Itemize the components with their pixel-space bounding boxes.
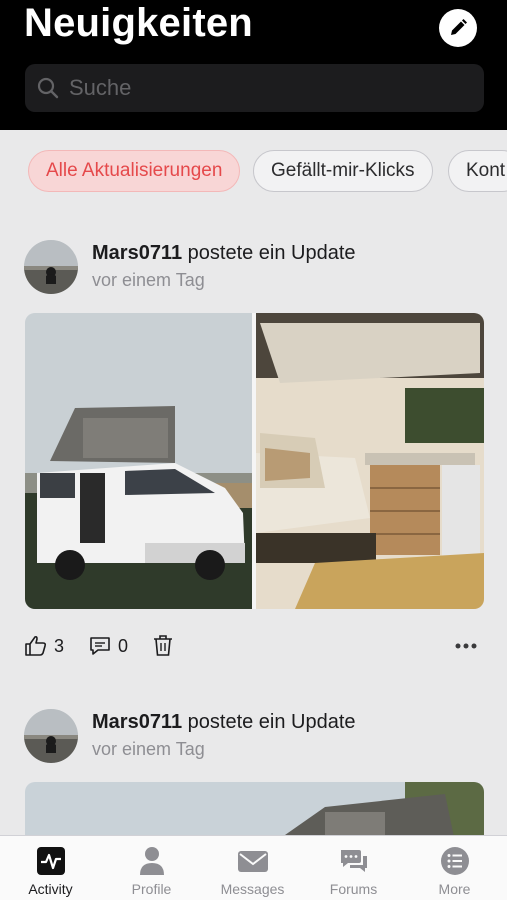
filter-chips: Alle Aktualisierungen Gefällt-mir-Klicks… (0, 150, 507, 192)
tab-profile-label: Profile (131, 881, 172, 897)
post-media[interactable] (25, 782, 484, 842)
compose-button[interactable] (439, 9, 477, 47)
tab-more-label: More (438, 881, 471, 897)
post-time: vor einem Tag (92, 739, 205, 759)
post-author[interactable]: Mars0711 (92, 242, 182, 264)
profile-icon (140, 847, 164, 875)
post-action: postete ein Update (187, 711, 356, 733)
tab-activity[interactable]: Activity (0, 836, 101, 900)
avatar[interactable] (24, 709, 78, 763)
tab-messages-label: Messages (220, 881, 285, 897)
trash-icon (154, 635, 172, 656)
page-title: Neuigkeiten (24, 1, 253, 45)
post-author-line: Mars0711 postete ein Update (92, 711, 356, 734)
van-interior-photo (256, 313, 484, 609)
search-icon (37, 77, 59, 99)
list-icon (441, 847, 469, 875)
van-exterior-photo (25, 313, 252, 609)
post-time: vor einem Tag (92, 270, 205, 290)
filter-likes[interactable]: Gefällt-mir-Klicks (253, 150, 433, 192)
tab-forums[interactable]: Forums (303, 836, 404, 900)
activity-icon (37, 847, 65, 875)
tab-profile[interactable]: Profile (101, 836, 202, 900)
filter-all-updates[interactable]: Alle Aktualisierungen (28, 150, 241, 192)
post-media[interactable] (25, 313, 484, 609)
more-options-button[interactable] (454, 632, 478, 660)
comment-icon (90, 637, 110, 655)
post-author[interactable]: Mars0711 (92, 711, 182, 733)
search-bar[interactable]: Suche (25, 64, 484, 112)
envelope-icon (238, 851, 268, 872)
like-count: 3 (54, 635, 65, 656)
post-actions: 3 0 (24, 632, 484, 662)
post-header: Mars0711 postete ein Update vor einem Ta… (24, 709, 484, 765)
search-input[interactable]: Suche (69, 75, 131, 101)
post-action: postete ein Update (187, 242, 356, 264)
ellipsis-icon (455, 643, 477, 649)
like-button[interactable]: 3 (24, 632, 64, 660)
thumbs-up-icon (25, 635, 47, 656)
tab-bar: Activity Profile Messages Forums More (0, 835, 507, 900)
chat-bubbles-icon (341, 850, 367, 872)
filter-contacts[interactable]: Kont (448, 150, 507, 192)
tab-more[interactable]: More (404, 836, 505, 900)
app-header: Neuigkeiten Suche (0, 0, 507, 130)
delete-button[interactable] (152, 632, 174, 660)
comment-count: 0 (118, 635, 129, 656)
avatar[interactable] (24, 240, 78, 294)
post-author-line: Mars0711 postete ein Update (92, 242, 356, 265)
comment-button[interactable]: 0 (88, 632, 128, 660)
tab-activity-label: Activity (28, 881, 73, 897)
post-header: Mars0711 postete ein Update vor einem Ta… (24, 240, 484, 296)
tab-messages[interactable]: Messages (202, 836, 303, 900)
tab-forums-label: Forums (329, 881, 378, 897)
pencil-icon (451, 19, 467, 35)
